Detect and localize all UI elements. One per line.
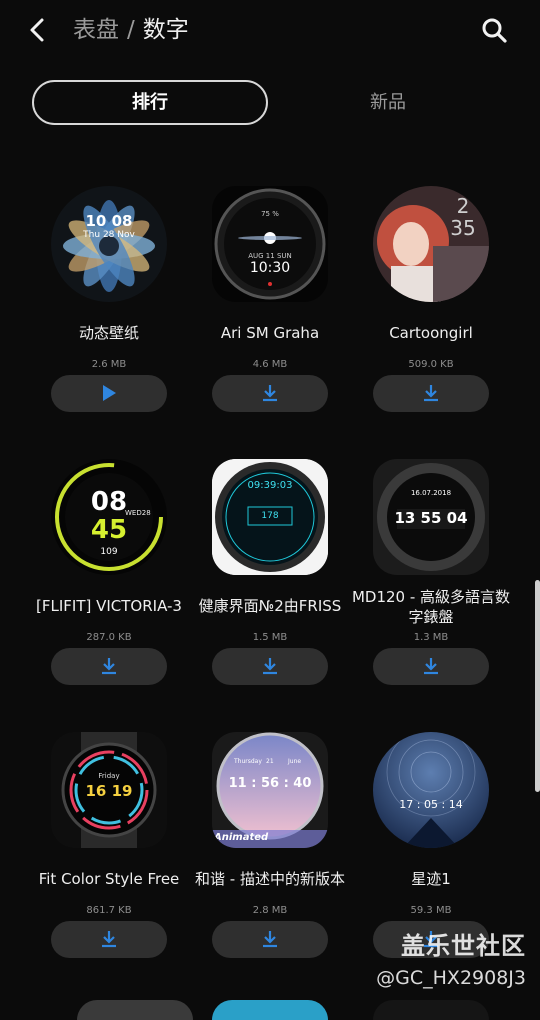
face-time: 09:39:03 (247, 480, 293, 491)
breadcrumb-parent[interactable]: 表盘 (73, 17, 119, 43)
watchface-size: 1.3 MB (413, 632, 449, 643)
download-button[interactable] (373, 375, 489, 412)
download-button[interactable] (51, 921, 167, 958)
play-icon (103, 385, 116, 401)
face-date: 16.07.2018 (410, 489, 452, 497)
face-date: WED28 (125, 509, 151, 517)
tab-new[interactable]: 新品 (280, 80, 496, 125)
face-date: 21 (266, 758, 274, 765)
page-title: 数字 (142, 17, 189, 43)
face-time: 16 19 (85, 782, 133, 800)
play-button[interactable] (51, 375, 167, 412)
face-time: 11 : 56 : 40 (228, 776, 312, 791)
watchface-thumbnail[interactable]: 17 : 05 : 14 (373, 732, 489, 848)
watchface-thumbnail[interactable]: 10 08 Thu 28 Nov (51, 186, 167, 302)
watchface-name: 星迹1 (411, 870, 451, 888)
watchface-name: [FLIFIT] VICTORIA-3 (36, 597, 182, 615)
breadcrumb-separator: / (127, 17, 135, 43)
watchface-thumbnail[interactable]: 2 35 (373, 186, 489, 302)
watchface-size: 4.6 MB (252, 359, 288, 370)
face-day: Friday (98, 772, 120, 780)
watchface-size: 2.6 MB (91, 359, 127, 370)
watermark-title: 盖乐世社区 (401, 932, 526, 960)
scrollbar[interactable] (535, 580, 540, 792)
download-button[interactable] (51, 648, 167, 685)
download-button[interactable] (212, 648, 328, 685)
face-date: AUG 11 SUN (248, 252, 292, 260)
face-bpm: 109 (100, 547, 118, 557)
search-icon[interactable] (478, 14, 510, 46)
face-animated-label: Animated (214, 832, 269, 843)
face-time: 10 08 (85, 212, 133, 230)
face-time: 17 : 05 : 14 (399, 798, 463, 811)
download-button[interactable] (373, 648, 489, 685)
watchface-name: Cartoongirl (389, 324, 473, 342)
breadcrumb: 表盘 / 数字 (73, 14, 189, 46)
download-icon (263, 931, 277, 948)
watchface-thumbnail[interactable]: 08 45 WED28 109 (51, 459, 167, 575)
download-icon (102, 931, 116, 948)
back-arrow-icon[interactable] (22, 14, 54, 46)
watchface-thumbnail[interactable]: 16.07.2018 13 55 04 (373, 459, 489, 575)
watchface-name: 健康界面№2由FRISS (198, 597, 342, 615)
watchface-thumbnail[interactable]: Thursday 21 June 11 : 56 : 40 Animated (212, 732, 328, 848)
watchface-size: 287.0 KB (86, 632, 132, 643)
watchface-name: MD120 - 高級多語言数字錶盤 (351, 588, 511, 626)
watchface-size: 1.5 MB (252, 632, 288, 643)
face-day: Thursday (234, 758, 262, 765)
watchface-name: Ari SM Graha (220, 324, 320, 342)
watchface-size: 861.7 KB (86, 905, 132, 916)
download-icon (263, 658, 277, 675)
download-icon (424, 385, 438, 402)
watermark: 盖乐世社区 @GC_HX2908J3 (376, 926, 526, 989)
face-steps: 178 (261, 511, 279, 521)
watchface-name: Fit Color Style Free (38, 870, 180, 888)
watchface-thumbnail-partial[interactable] (373, 1000, 489, 1020)
watchface-name: 和谐 - 描述中的新版本 (195, 870, 345, 888)
watchface-thumbnail[interactable]: Friday 16 19 (51, 732, 167, 848)
face-month: June (288, 758, 302, 765)
watchface-size: 509.0 KB (408, 359, 454, 370)
download-icon (102, 658, 116, 675)
watchface-size: 2.8 MB (252, 905, 288, 916)
face-time: 10:30 (249, 260, 291, 276)
download-button[interactable] (212, 921, 328, 958)
download-button[interactable] (212, 375, 328, 412)
watchface-thumbnail[interactable]: 75 % AUG 11 SUN 10:30 (212, 186, 328, 302)
watermark-handle: @GC_HX2908J3 (376, 967, 526, 989)
watchface-thumbnail[interactable]: 09:39:03 178 (212, 459, 328, 575)
tab-ranking[interactable]: 排行 (32, 80, 268, 125)
watchface-thumbnail-partial[interactable] (212, 1000, 328, 1020)
watchface-size: 59.3 MB (410, 905, 452, 916)
face-battery: 75 % (261, 210, 279, 218)
watchface-name: 动态壁纸 (78, 324, 139, 342)
face-minute: 45 (90, 515, 128, 545)
watchface-thumbnail-partial[interactable] (77, 1000, 193, 1020)
face-minute: 35 (450, 216, 476, 240)
face-hour: 2 (456, 194, 470, 218)
top-bar: 表盘 / 数字 (0, 0, 540, 62)
tab-bar: 排行 新品 (0, 80, 540, 128)
download-icon (424, 658, 438, 675)
face-date: Thu 28 Nov (83, 230, 135, 240)
face-time: 13 55 04 (394, 509, 468, 527)
download-icon (263, 385, 277, 402)
